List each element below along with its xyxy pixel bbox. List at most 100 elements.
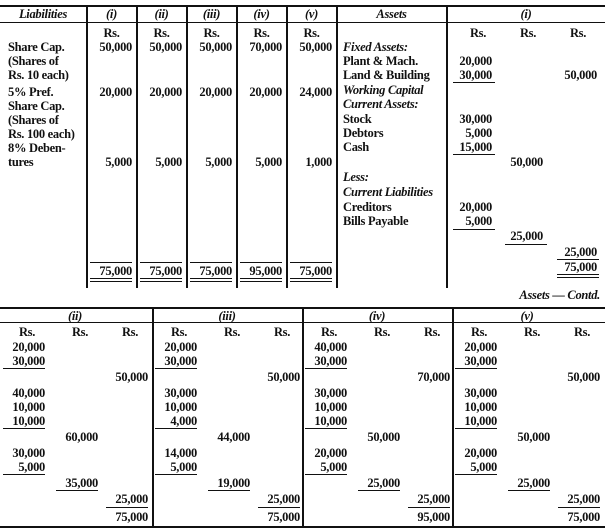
subtotal-rule bbox=[305, 428, 347, 429]
subtotal-rule bbox=[3, 474, 45, 475]
total-rule bbox=[140, 262, 182, 263]
liability-value: 1,000 bbox=[305, 155, 332, 169]
liability-label: 5% Pref. bbox=[8, 85, 54, 99]
asset-value: 25,000 bbox=[517, 476, 550, 490]
section-total: 75,000 bbox=[567, 510, 600, 524]
asset-value: 4,000 bbox=[170, 414, 197, 428]
header-col-iv: (iv) bbox=[253, 7, 270, 21]
subtotal-rule bbox=[155, 474, 197, 475]
subtotal-rule bbox=[3, 428, 45, 429]
liability-value: 70,000 bbox=[249, 40, 282, 54]
double-underline bbox=[190, 278, 232, 282]
asset-label: Less: bbox=[343, 170, 369, 184]
asset-value: 30,000 bbox=[314, 354, 347, 368]
asset-value: 5,000 bbox=[465, 214, 492, 228]
subtotal-rule bbox=[305, 368, 347, 369]
asset-value: 15,000 bbox=[459, 140, 492, 154]
asset-value: 10,000 bbox=[12, 414, 45, 428]
asset-value: 30,000 bbox=[464, 386, 497, 400]
asset-value: 30,000 bbox=[12, 446, 45, 460]
header-assets-col-i: (i) bbox=[520, 7, 532, 21]
asset-value: 25,000 bbox=[367, 476, 400, 490]
section-total: 75,000 bbox=[267, 510, 300, 524]
header-rule bbox=[0, 22, 605, 23]
subtotal-rule bbox=[455, 428, 497, 429]
asset-label: Bills Payable bbox=[343, 214, 409, 228]
asset-value: 50,000 bbox=[564, 68, 597, 82]
subtotal-rule bbox=[155, 428, 197, 429]
asset-value: 10,000 bbox=[12, 400, 45, 414]
asset-value: 20,000 bbox=[314, 446, 347, 460]
asset-value: 25,000 bbox=[417, 492, 450, 506]
liability-total: 75,000 bbox=[149, 264, 182, 278]
currency-label: Rs. bbox=[373, 325, 391, 339]
asset-value: 30,000 bbox=[164, 354, 197, 368]
liability-value: 24,000 bbox=[299, 85, 332, 99]
subtotal-rule bbox=[505, 244, 547, 245]
header-assets: Assets bbox=[376, 7, 407, 21]
asset-value: 30,000 bbox=[12, 354, 45, 368]
liability-label: Share Cap. bbox=[8, 99, 65, 113]
subtotal-rule bbox=[453, 154, 495, 155]
subtotal-rule bbox=[258, 507, 300, 508]
subtotal-rule bbox=[558, 507, 600, 508]
section-total: 75,000 bbox=[115, 510, 148, 524]
asset-value: 50,000 bbox=[267, 370, 300, 384]
liability-value: 5,000 bbox=[255, 155, 282, 169]
liability-value: 50,000 bbox=[99, 40, 132, 54]
currency-label: Rs. bbox=[569, 26, 587, 40]
asset-value: 20,000 bbox=[464, 340, 497, 354]
liability-value: 50,000 bbox=[149, 40, 182, 54]
liability-total: 95,000 bbox=[249, 264, 282, 278]
liability-label: Rs. 100 each) bbox=[8, 127, 75, 141]
liability-label: Rs. 10 each) bbox=[8, 68, 69, 82]
double-underline bbox=[240, 278, 282, 282]
asset-value: 10,000 bbox=[314, 414, 347, 428]
double-underline bbox=[557, 274, 599, 278]
subtotal-rule bbox=[455, 368, 497, 369]
total-rule bbox=[290, 262, 332, 263]
currency-label: Rs. bbox=[153, 26, 170, 40]
section-total: 95,000 bbox=[417, 510, 450, 524]
double-underline bbox=[90, 278, 132, 282]
bottom-rule bbox=[0, 526, 605, 528]
currency-label: Rs. bbox=[203, 26, 220, 40]
header-col-i: (i) bbox=[106, 7, 117, 21]
subtotal-rule bbox=[453, 82, 495, 83]
total-rule bbox=[240, 262, 282, 263]
currency-label: Rs. bbox=[253, 26, 270, 40]
liability-value: 20,000 bbox=[199, 85, 232, 99]
section-header: (iv) bbox=[368, 309, 386, 323]
currency-label: Rs. bbox=[573, 325, 591, 339]
asset-value: 30,000 bbox=[164, 386, 197, 400]
currency-label: Rs. bbox=[121, 325, 139, 339]
asset-value: 10,000 bbox=[464, 414, 497, 428]
asset-value: 5,000 bbox=[170, 460, 197, 474]
asset-value: 5,000 bbox=[470, 460, 497, 474]
liability-label: (Shares of bbox=[8, 54, 59, 68]
liability-total: 75,000 bbox=[99, 264, 132, 278]
currency-label: Rs. bbox=[71, 325, 89, 339]
header-col-v: (v) bbox=[305, 7, 318, 21]
asset-label: Current Liabilities bbox=[343, 185, 433, 199]
asset-value: 35,000 bbox=[65, 476, 98, 490]
currency-label: Rs. bbox=[470, 325, 488, 339]
asset-value: 14,000 bbox=[164, 446, 197, 460]
section-header: (ii) bbox=[67, 309, 83, 323]
asset-value: 25,000 bbox=[115, 492, 148, 506]
asset-label: Creditors bbox=[343, 200, 392, 214]
currency-label: Rs. bbox=[303, 26, 320, 40]
asset-label: Current Assets: bbox=[343, 97, 419, 111]
currency-label: Rs. bbox=[170, 325, 188, 339]
asset-value: 25,000 bbox=[510, 229, 543, 243]
currency-label: Rs. bbox=[18, 325, 36, 339]
liability-value: 50,000 bbox=[199, 40, 232, 54]
subtotal-rule bbox=[208, 490, 250, 491]
total-rule bbox=[90, 262, 132, 263]
asset-value: 20,000 bbox=[464, 446, 497, 460]
liability-label: tures bbox=[8, 155, 34, 169]
asset-value: 50,000 bbox=[517, 430, 550, 444]
asset-value: 30,000 bbox=[459, 112, 492, 126]
subtotal-rule bbox=[3, 368, 45, 369]
header-liabilities: Liabilities bbox=[18, 7, 68, 21]
